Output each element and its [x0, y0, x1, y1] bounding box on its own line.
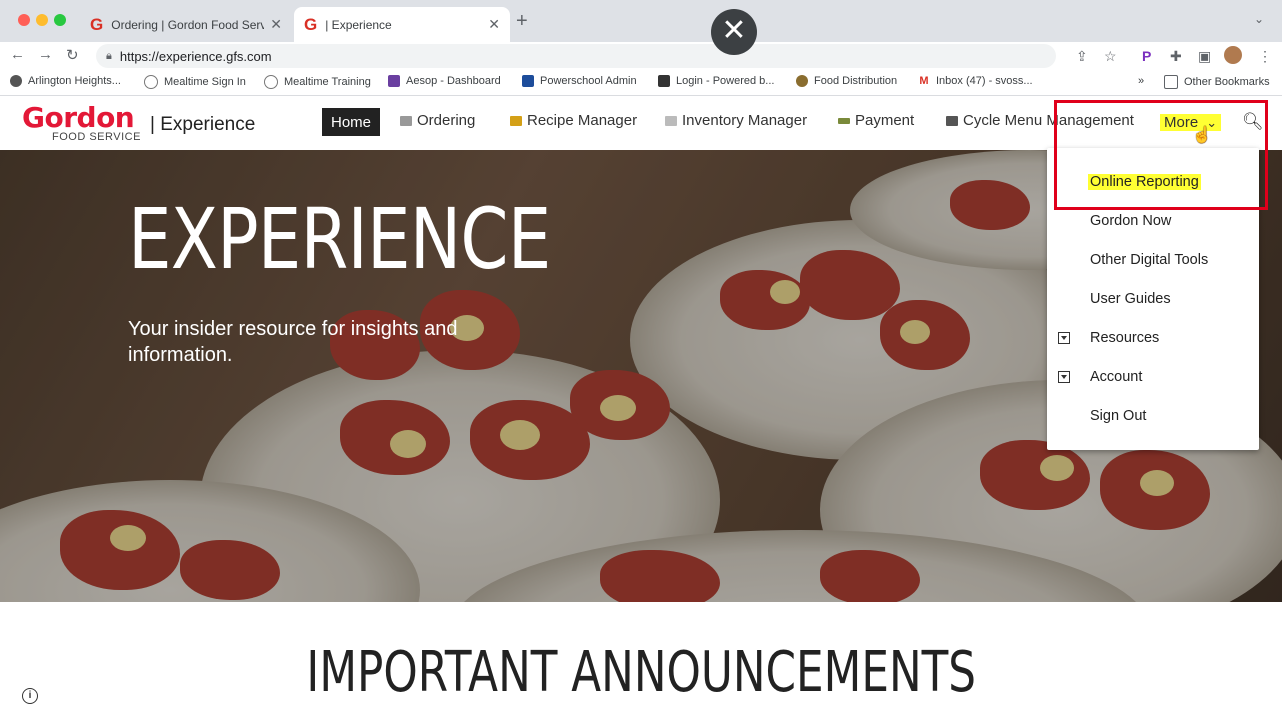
window-maximize-button[interactable] [54, 14, 66, 26]
hero-subtitle: Your insider resource for insights and i… [128, 318, 458, 366]
bookmark-favicon-icon [10, 75, 22, 87]
bookmark-item[interactable]: Mealtime Training [264, 75, 371, 89]
reload-icon[interactable]: ↻ [66, 46, 79, 64]
site-section-title: | Experience [150, 114, 256, 135]
tab-search-chevron-icon[interactable]: ⌄ [1254, 12, 1264, 26]
address-bar[interactable]: 🔒︎ https://experience.gfs.com [96, 44, 1056, 68]
bookmarks-bar: Arlington Heights... Mealtime Sign In Me… [0, 70, 1282, 96]
bookmark-item[interactable]: Login - Powered b... [658, 75, 774, 87]
menu-item-other-digital-tools[interactable]: Other Digital Tools [1090, 252, 1208, 268]
food-distribution-icon [796, 75, 808, 87]
tab-title: Ordering | Gordon Food Servic [111, 17, 265, 32]
info-icon[interactable]: i [22, 688, 38, 704]
browser-menu-icon[interactable]: ⋮ [1258, 48, 1272, 65]
lock-icon: 🔒︎ [106, 49, 112, 62]
annotation-highlight-box [1054, 100, 1268, 210]
google-favicon-icon: G [304, 14, 318, 34]
menu-item-resources[interactable]: Resources [1090, 330, 1159, 346]
gmail-icon: M [918, 75, 930, 87]
browser-toolbar: ← → ↻ 🔒︎ https://experience.gfs.com ⇪ ☆ … [0, 42, 1282, 70]
recipe-icon [510, 115, 522, 126]
extension-p-icon[interactable]: P [1142, 48, 1151, 64]
powerschool-icon [522, 75, 534, 87]
browser-tab-experience[interactable]: G | Experience ✕ [294, 7, 510, 42]
gordon-logo[interactable]: Gordon [22, 101, 135, 134]
browser-tab-ordering[interactable]: G Ordering | Gordon Food Servic ✕ [80, 7, 292, 42]
tab-close-icon[interactable]: ✕ [270, 16, 282, 33]
menu-item-account[interactable]: Account [1090, 369, 1142, 385]
url-text: https://experience.gfs.com [119, 48, 272, 64]
bookmark-item[interactable]: Aesop - Dashboard [388, 75, 501, 87]
menu-item-gordon-now[interactable]: Gordon Now [1090, 213, 1171, 229]
extensions-puzzle-icon[interactable]: ✚ [1170, 48, 1182, 65]
announcements-section: IMPORTANT ANNOUNCEMENTS i [0, 602, 1282, 726]
expand-resources-icon[interactable] [1058, 332, 1070, 344]
clock-icon [144, 75, 158, 89]
nav-home[interactable]: Home [322, 108, 380, 136]
share-icon[interactable]: ⇪ [1076, 48, 1088, 65]
bookmark-star-icon[interactable]: ☆ [1104, 48, 1117, 65]
bookmark-item[interactable]: Food Distribution [796, 75, 897, 87]
google-favicon-icon: G [90, 14, 104, 34]
bookmark-item[interactable]: Arlington Heights... [10, 75, 121, 87]
hero-title: EXPERIENCE [128, 190, 551, 288]
bookmark-item[interactable]: M Inbox (47) - svoss... [918, 75, 1033, 87]
logo-subtitle: FOOD SERVICE [52, 131, 141, 143]
profile-avatar[interactable] [1224, 46, 1242, 64]
tab-title: | Experience [325, 17, 392, 32]
payment-card-icon [838, 117, 850, 124]
new-tab-button[interactable]: + [516, 10, 528, 33]
browser-tab-strip: G Ordering | Gordon Food Servic ✕ G | Ex… [0, 0, 1282, 42]
nav-payment[interactable]: Payment [838, 112, 914, 129]
folder-icon [1164, 75, 1178, 89]
aesop-icon [388, 75, 400, 87]
cart-icon [400, 115, 412, 126]
login-icon [658, 75, 670, 87]
bookmarks-overflow-chevron[interactable]: » [1138, 75, 1144, 87]
nav-inventory-manager[interactable]: Inventory Manager [665, 112, 807, 129]
nav-ordering[interactable]: Ordering [400, 112, 475, 129]
cycle-menu-icon [946, 115, 958, 126]
back-arrow-icon[interactable]: ← [10, 46, 25, 63]
announcements-title: IMPORTANT ANNOUNCEMENTS [306, 640, 976, 705]
expand-account-icon[interactable] [1058, 371, 1070, 383]
clock-icon [264, 75, 278, 89]
forward-arrow-icon[interactable]: → [38, 46, 53, 63]
close-overlay-button[interactable]: ✕ [711, 9, 757, 55]
tab-close-icon[interactable]: ✕ [488, 16, 500, 33]
window-close-button[interactable] [18, 14, 30, 26]
window-minimize-button[interactable] [36, 14, 48, 26]
other-bookmarks[interactable]: Other Bookmarks [1164, 75, 1270, 89]
bookmark-item[interactable]: Mealtime Sign In [144, 75, 246, 89]
inventory-icon [665, 115, 677, 126]
menu-item-user-guides[interactable]: User Guides [1090, 291, 1171, 307]
nav-recipe-manager[interactable]: Recipe Manager [510, 112, 637, 129]
menu-item-sign-out[interactable]: Sign Out [1090, 408, 1146, 424]
bookmark-item[interactable]: Powerschool Admin [522, 75, 637, 87]
side-panel-icon[interactable]: ▣ [1198, 48, 1211, 65]
